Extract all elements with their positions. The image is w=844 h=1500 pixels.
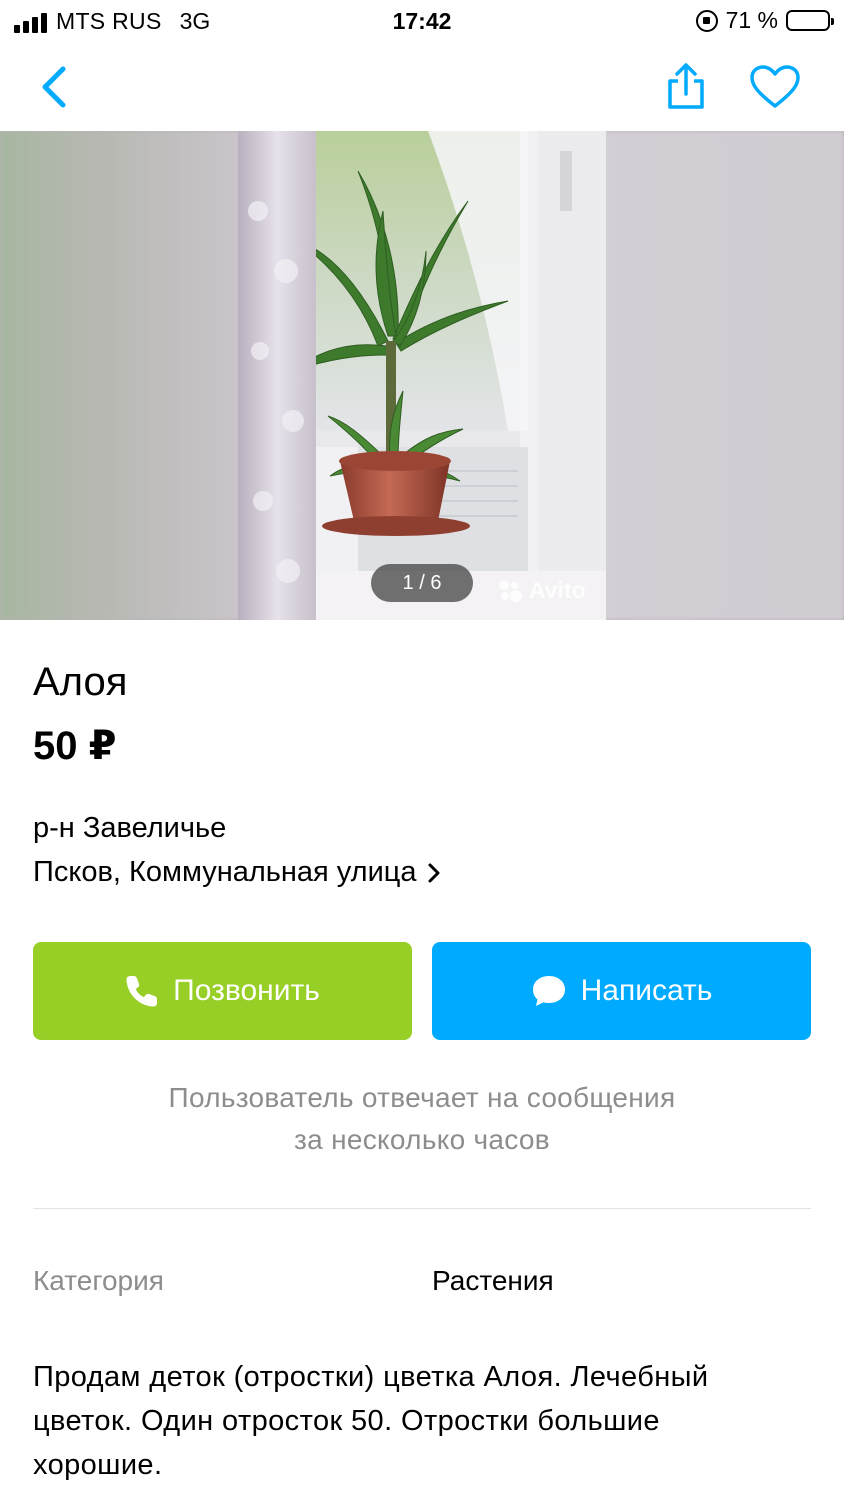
nav-bar: [0, 44, 844, 131]
battery-icon: [786, 10, 834, 31]
category-value: Растения: [432, 1265, 554, 1296]
status-right: 71 %: [695, 7, 834, 34]
share-button[interactable]: [656, 58, 716, 116]
listing-title: Алоя: [33, 660, 128, 704]
battery-percent: 71 %: [725, 7, 778, 33]
call-button[interactable]: Позвонить: [33, 942, 412, 1040]
rotation-lock-icon: [695, 9, 718, 32]
write-button[interactable]: Написать: [432, 942, 811, 1040]
aloe-plant-image: [238, 131, 606, 620]
share-icon: [668, 63, 704, 109]
write-button-label: Написать: [580, 974, 713, 1007]
listing-price: 50 ₽: [33, 724, 117, 768]
reply-note-line-2: за несколько часов: [294, 1124, 550, 1155]
listing-description: Продам деток (отростки) цветка Алоя. Леч…: [33, 1361, 709, 1481]
chat-bubble-icon: [532, 976, 565, 1006]
address-text: Псков, Коммунальная улица: [33, 856, 417, 888]
photo-gallery[interactable]: 1 / 6 Avito: [0, 131, 844, 620]
listing-photo[interactable]: [238, 131, 606, 620]
avito-watermark: Avito: [497, 577, 586, 604]
watermark-text: Avito: [529, 577, 586, 603]
phone-icon: [126, 976, 158, 1007]
address-link[interactable]: Псков, Коммунальная улица: [33, 856, 441, 889]
category-label: Категория: [33, 1265, 164, 1296]
listing-district: р-н Завеличье: [33, 812, 227, 844]
divider: [33, 1208, 811, 1209]
avito-logo-icon: [497, 578, 523, 604]
back-button[interactable]: [24, 60, 84, 114]
chevron-right-icon: [428, 863, 440, 882]
photo-counter: 1 / 6: [371, 564, 473, 602]
favorite-button[interactable]: [744, 60, 806, 114]
reply-time-note: Пользователь отвечает на сообщения за не…: [0, 1077, 844, 1161]
call-button-label: Позвонить: [173, 974, 320, 1007]
heart-icon: [750, 65, 800, 108]
status-bar: MTS RUS 3G 17:42 71 %: [0, 0, 844, 44]
reply-note-line-1: Пользователь отвечает на сообщения: [168, 1082, 676, 1113]
chevron-left-icon: [42, 66, 66, 108]
